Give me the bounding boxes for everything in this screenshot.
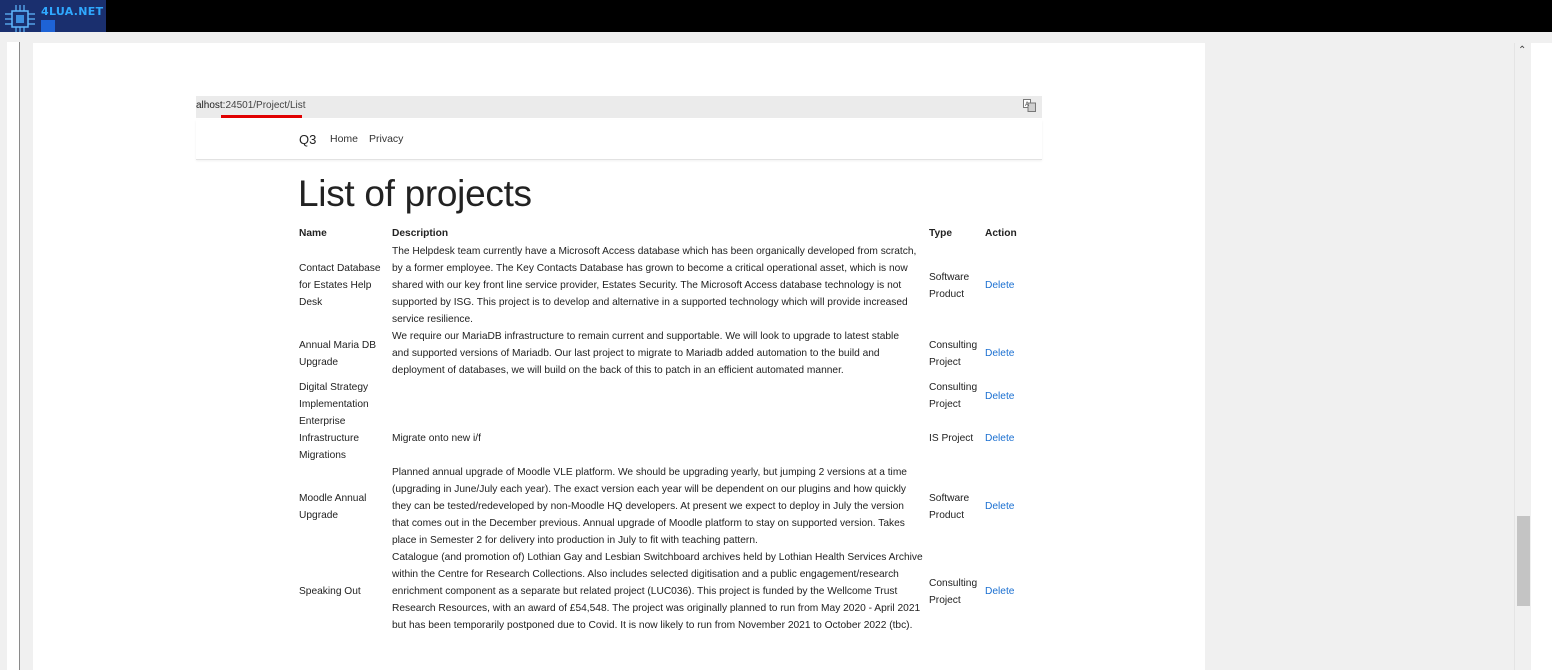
header-name: Name	[299, 227, 327, 239]
url-host: alhost:	[196, 100, 226, 111]
header-description: Description	[392, 227, 449, 239]
nav-privacy-link[interactable]: Privacy	[369, 133, 403, 145]
table-row: Moodle Annual Upgrade Planned annual upg…	[296, 464, 1028, 549]
nav-home-link[interactable]: Home	[330, 133, 358, 145]
project-name: Enterprise Infrastructure Migrations	[299, 416, 360, 461]
table-row: Enterprise Infrastructure Migrations Mig…	[296, 413, 1028, 464]
project-description: Catalogue (and promotion of) Lothian Gay…	[392, 552, 923, 631]
scrollbar-thumb[interactable]	[1517, 516, 1530, 606]
right-side-panel	[1205, 43, 1514, 670]
project-description: Migrate onto new i/f	[392, 433, 481, 444]
project-name: Contact Database for Estates Help Desk	[299, 263, 381, 308]
table-row: Digital Strategy Implementation Consulti…	[296, 379, 1028, 413]
scroll-up-icon[interactable]: ⌃	[1518, 45, 1526, 56]
project-type: IS Project	[929, 433, 974, 444]
project-name: Moodle Annual Upgrade	[299, 492, 367, 521]
delete-link[interactable]: Delete	[985, 501, 1014, 512]
translate-icon[interactable]: A	[1023, 99, 1036, 113]
watermark-text: 4LUA.NET	[41, 5, 104, 18]
project-type: Consulting Project	[929, 339, 978, 368]
table-row: Speaking Out Catalogue (and promotion of…	[296, 549, 1028, 634]
url-text[interactable]: alhost:24501/Project/List	[196, 100, 306, 111]
vertical-scrollbar[interactable]: ⌃	[1514, 43, 1531, 670]
delete-link[interactable]: Delete	[985, 280, 1014, 291]
project-type: Software Product	[929, 271, 970, 300]
site-navbar: Q3 Home Privacy	[196, 120, 1042, 160]
project-description	[389, 379, 926, 413]
table-row: Contact Database for Estates Help Desk T…	[296, 243, 1028, 328]
project-description: We require our MariaDB infrastructure to…	[392, 331, 899, 376]
project-type: Software Product	[929, 492, 970, 521]
viewer-window: alhost:24501/Project/List A Q3 Home Priv…	[0, 32, 1552, 670]
project-description: The Helpdesk team currently have a Micro…	[392, 246, 917, 325]
delete-link[interactable]: Delete	[985, 348, 1014, 359]
delete-link[interactable]: Delete	[985, 586, 1014, 597]
header-type: Type	[929, 227, 953, 239]
circuit-chip-icon	[5, 5, 35, 33]
table-header-row: Name Description Type Action	[296, 223, 1028, 243]
left-edge	[7, 42, 20, 670]
delete-link[interactable]: Delete	[985, 433, 1014, 444]
right-edge	[1531, 43, 1552, 670]
header-action: Action	[985, 227, 1017, 239]
red-underline-annotation	[221, 115, 302, 118]
project-type: Consulting Project	[929, 382, 978, 410]
project-name: Speaking Out	[299, 586, 361, 597]
table-row: Annual Maria DB Upgrade We require our M…	[296, 328, 1028, 379]
navbar-brand[interactable]: Q3	[299, 132, 316, 147]
screenshot-page: alhost:24501/Project/List A Q3 Home Priv…	[33, 43, 1205, 670]
delete-link[interactable]: Delete	[985, 391, 1014, 402]
address-bar[interactable]: alhost:24501/Project/List A	[196, 96, 1042, 118]
page-title: List of projects	[298, 173, 532, 214]
project-name: Annual Maria DB Upgrade	[299, 339, 377, 368]
url-path: 24501/Project/List	[225, 100, 306, 111]
projects-table: Name Description Type Action Contact Dat…	[296, 223, 1028, 634]
project-type: Consulting Project	[929, 577, 978, 606]
project-name: Digital Strategy Implementation	[299, 382, 369, 410]
project-description: Planned annual upgrade of Moodle VLE pla…	[392, 467, 907, 546]
